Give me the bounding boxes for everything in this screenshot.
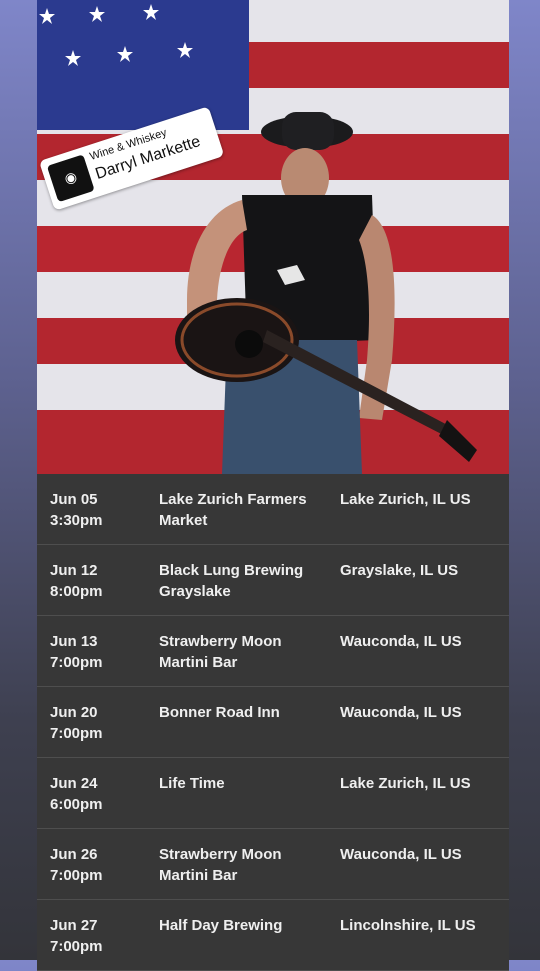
- event-location: Lincolnshire, IL US: [340, 917, 476, 934]
- event-row[interactable]: Jun 12 8:00pm Black Lung Brewing Grayslake…: [37, 545, 509, 616]
- event-date: Jun 13: [50, 633, 98, 650]
- flag-backdrop: [37, 0, 509, 474]
- event-row[interactable]: Jun 20 7:00pm Bonner Road Inn Wauconda, I…: [37, 687, 509, 758]
- event-row[interactable]: Jun 24 6:00pm Life Time Lake Zurich, IL U…: [37, 758, 509, 829]
- event-time: 6:00pm: [50, 796, 103, 813]
- event-location: Grayslake, IL US: [340, 562, 459, 579]
- event-date: Jun 27: [50, 917, 98, 934]
- event-date: Jun 20: [50, 704, 98, 721]
- event-location: Wauconda, IL US: [340, 846, 462, 863]
- event-time: 7:00pm: [50, 938, 103, 955]
- event-venue-line2: Martini Bar: [159, 867, 238, 884]
- event-venue: Half Day Brewing: [159, 917, 283, 934]
- brand-logo-icon: ◉: [46, 154, 95, 203]
- event-location: Wauconda, IL US: [340, 704, 462, 721]
- event-venue: Strawberry Moon: [159, 846, 282, 863]
- event-location: Lake Zurich, IL US: [340, 775, 471, 792]
- event-date: Jun 26: [50, 846, 98, 863]
- event-time: 7:00pm: [50, 725, 103, 742]
- event-time: 7:00pm: [50, 867, 103, 884]
- hero-photo: ◉ Wine & Whiskey Darryl Markette: [37, 0, 509, 474]
- event-row[interactable]: Jun 27 7:00pm Half Day Brewing Lincolnshi…: [37, 900, 509, 971]
- event-row[interactable]: Jun 26 7:00pm Strawberry Moon Martini Bar …: [37, 829, 509, 900]
- event-venue: Life Time: [159, 775, 225, 792]
- event-time: 7:00pm: [50, 654, 103, 671]
- event-row[interactable]: Jun 13 7:00pm Strawberry Moon Martini Bar …: [37, 616, 509, 687]
- event-venue: Lake Zurich Farmers: [159, 491, 307, 508]
- story-card: ◉ Wine & Whiskey Darryl Markette Jun 05 3…: [37, 0, 509, 971]
- event-row[interactable]: Jun 05 3:30pm Lake Zurich Farmers Market L…: [37, 474, 509, 545]
- event-time: 8:00pm: [50, 583, 103, 600]
- event-venue: Strawberry Moon: [159, 633, 282, 650]
- event-location: Wauconda, IL US: [340, 633, 462, 650]
- event-venue-line2: Martini Bar: [159, 654, 238, 671]
- event-venue-line2: Grayslake: [159, 583, 231, 600]
- event-venue: Bonner Road Inn: [159, 704, 280, 721]
- event-list: Jun 05 3:30pm Lake Zurich Farmers Market L…: [37, 474, 509, 971]
- event-time: 3:30pm: [50, 512, 103, 529]
- event-date: Jun 05: [50, 491, 98, 508]
- event-venue-line2: Market: [159, 512, 208, 529]
- event-venue: Black Lung Brewing: [159, 562, 304, 579]
- event-date: Jun 24: [50, 775, 98, 792]
- event-location: Lake Zurich, IL US: [340, 491, 471, 508]
- event-date: Jun 12: [50, 562, 98, 579]
